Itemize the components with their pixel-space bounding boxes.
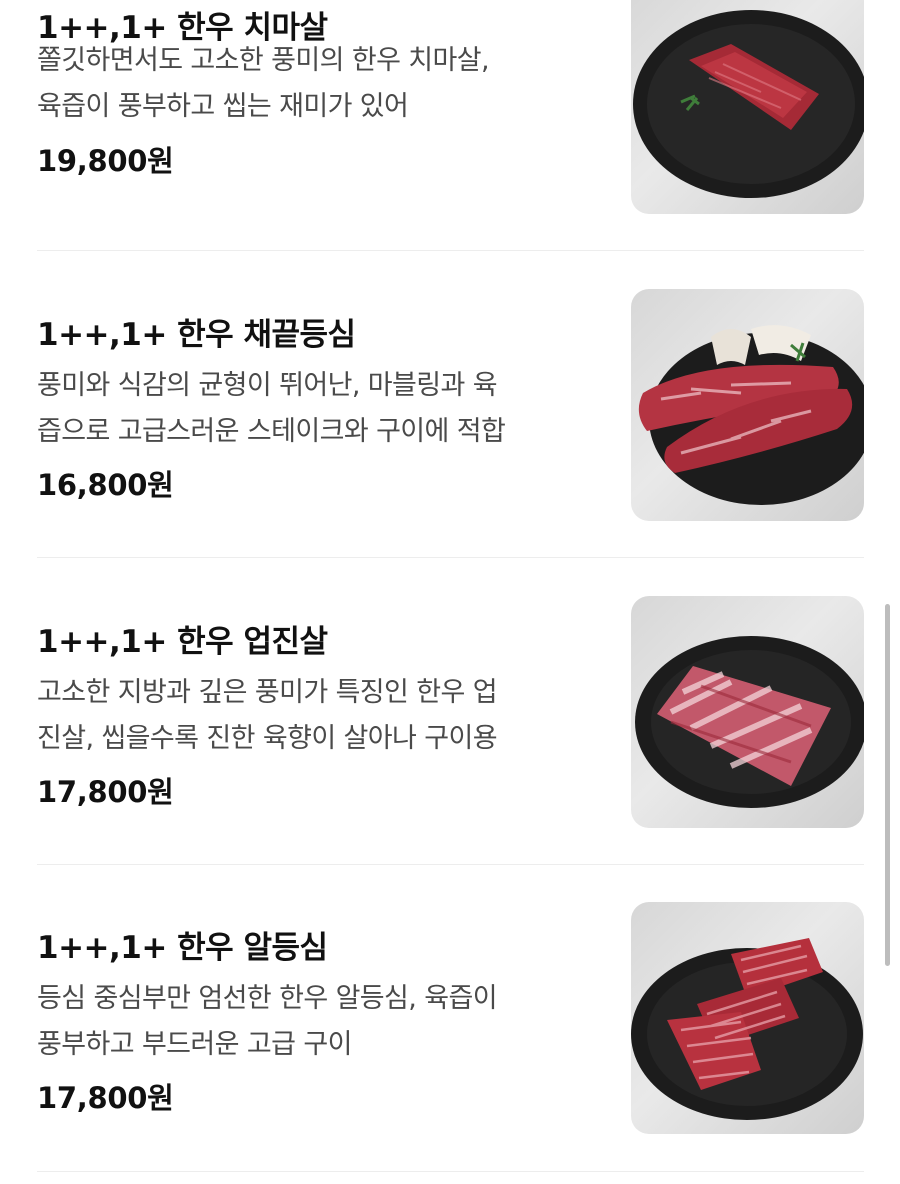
item-description-line: 풍부하고 부드러운 고급 구이 xyxy=(37,1029,352,1060)
item-thumbnail[interactable] xyxy=(631,289,864,521)
item-price: 19,800원 xyxy=(37,144,174,178)
menu-list: 1++,1+ 한우 치마살 쫄깃하면서도 고소한 풍미의 한우 치마살, 육즙이… xyxy=(0,0,900,1184)
divider xyxy=(37,250,864,251)
item-price: 17,800원 xyxy=(37,775,174,809)
menu-item-chimasal[interactable]: 1++,1+ 한우 치마살 쫄깃하면서도 고소한 풍미의 한우 치마살, 육즙이… xyxy=(37,0,864,214)
item-description-line: 육즙이 풍부하고 씹는 재미가 있어 xyxy=(37,91,409,122)
plate-with-meat-image xyxy=(633,10,864,198)
item-description-line: 등심 중심부만 엄선한 한우 알등심, 육즙이 xyxy=(37,983,498,1014)
item-description-line: 즙으로 고급스러운 스테이크와 구이에 적합 xyxy=(37,416,506,447)
item-description: 고소한 지방과 깊은 풍미가 특징인 한우 업 진살, 씹을수록 진한 육향이 … xyxy=(37,670,597,762)
plate-with-meat-image xyxy=(635,636,864,808)
item-description-line: 쫄깃하면서도 고소한 풍미의 한우 치마살, xyxy=(37,45,490,76)
divider xyxy=(37,864,864,865)
item-thumbnail[interactable] xyxy=(631,596,864,828)
scrollbar-thumb[interactable] xyxy=(885,604,890,966)
item-description-line: 고소한 지방과 깊은 풍미가 특징인 한우 업 xyxy=(37,677,498,708)
item-description-line: 풍미와 식감의 균형이 뛰어난, 마블링과 육 xyxy=(37,370,498,401)
divider xyxy=(37,1171,864,1172)
plate-with-meat-image xyxy=(631,938,863,1120)
item-price: 16,800원 xyxy=(37,468,174,502)
menu-item-eopjinsal[interactable]: 1++,1+ 한우 업진살 고소한 지방과 깊은 풍미가 특징인 한우 업 진살… xyxy=(37,596,864,828)
item-description: 쫄깃하면서도 고소한 풍미의 한우 치마살, 육즙이 풍부하고 씹는 재미가 있… xyxy=(37,38,597,130)
item-price: 17,800원 xyxy=(37,1081,174,1115)
item-title: 1++,1+ 한우 업진살 xyxy=(37,624,328,660)
menu-item-chaekkeut-deungsim[interactable]: 1++,1+ 한우 채끝등심 풍미와 식감의 균형이 뛰어난, 마블링과 육 즙… xyxy=(37,289,864,521)
item-description-line: 진살, 씹을수록 진한 육향이 살아나 구이용 xyxy=(37,723,498,754)
divider xyxy=(37,557,864,558)
item-thumbnail[interactable] xyxy=(631,0,864,214)
item-title: 1++,1+ 한우 알등심 xyxy=(37,930,328,966)
menu-item-aldeungsim[interactable]: 1++,1+ 한우 알등심 등심 중심부만 엄선한 한우 알등심, 육즙이 풍부… xyxy=(37,902,864,1134)
item-description: 풍미와 식감의 균형이 뛰어난, 마블링과 육 즙으로 고급스러운 스테이크와 … xyxy=(37,363,597,455)
item-thumbnail[interactable] xyxy=(631,902,864,1134)
item-title: 1++,1+ 한우 채끝등심 xyxy=(37,317,356,353)
plate-with-meat-image xyxy=(638,325,864,505)
item-description: 등심 중심부만 엄선한 한우 알등심, 육즙이 풍부하고 부드러운 고급 구이 xyxy=(37,976,597,1068)
